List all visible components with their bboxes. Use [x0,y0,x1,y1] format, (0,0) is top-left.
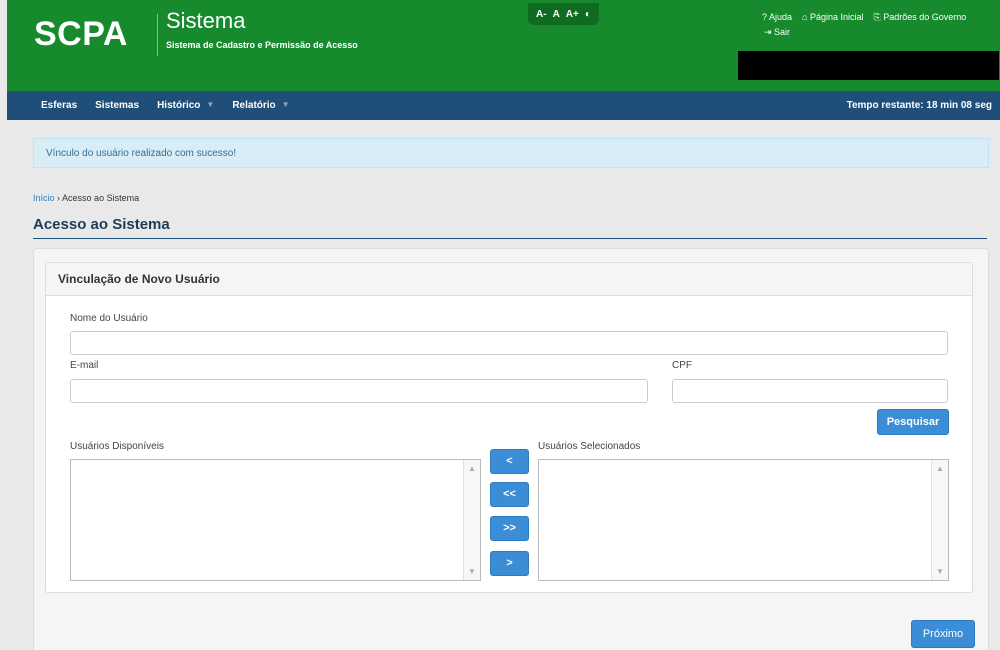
nav-item-sistemas[interactable]: Sistemas [95,100,139,111]
breadcrumb-current: Acesso ao Sistema [62,193,140,203]
top-links: ? Ajuda ⌂ Página Inicial ⎘ Padrões do Go… [762,12,966,23]
nav-label: Esferas [41,100,78,111]
nav-item-esferas[interactable]: Esferas [41,100,77,111]
breadcrumb-separator: › [57,193,61,203]
nav-item-historico[interactable]: Histórico ▼ [157,100,214,111]
main-navbar: Esferas Sistemas Histórico ▼ Relatório ▼ T… [7,91,1000,120]
scroll-up-icon[interactable]: ▲ [468,464,476,473]
panel-title: Vinculação de Novo Usuário [46,263,972,296]
system-title: Sistema [166,8,246,33]
breadcrumb: Início › Acesso ao Sistema [33,193,139,203]
move-right-button[interactable]: > [490,551,529,576]
move-all-right-button[interactable]: >> [490,516,529,541]
nav-label: Sistemas [95,100,140,111]
nav-label: Histórico [157,100,201,111]
selected-scrollbar[interactable]: ▲ ▼ [931,460,948,580]
title-divider [33,238,987,239]
app-header: SCPA Sistema Sistema de Cadastro e Permi… [7,0,1000,91]
chevron-down-icon: ▼ [206,100,215,109]
session-timer: Tempo restante: 18 min 08 seg [846,100,992,111]
name-label: Nome do Usuário [70,313,148,324]
logo-divider [157,14,158,56]
system-subtitle: Sistema de Cadastro e Permissão de Acess… [166,40,358,50]
available-users-label: Usuários Disponíveis [70,441,164,452]
available-scrollbar[interactable]: ▲ ▼ [463,460,480,580]
cpf-input[interactable] [672,379,948,403]
selected-users-list[interactable]: ▲ ▼ [538,459,949,581]
breadcrumb-home-link[interactable]: Início [33,193,55,203]
name-input[interactable] [70,331,948,355]
success-alert: Vínculo do usuário realizado com sucesso… [33,138,989,168]
scroll-down-icon[interactable]: ▼ [468,567,476,576]
move-left-button[interactable]: < [490,449,529,474]
home-link[interactable]: ⌂ Página Inicial [802,12,863,23]
help-link[interactable]: ? Ajuda [762,12,792,23]
font-increase-button[interactable]: A+ [566,9,579,20]
move-all-left-button[interactable]: << [490,482,529,507]
selected-users-label: Usuários Selecionados [538,441,641,452]
gov-standards-link[interactable]: ⎘ Padrões do Governo [874,12,967,23]
font-decrease-button[interactable]: A- [536,9,547,20]
contrast-icon[interactable]: ◐ [585,9,591,20]
cpf-label: CPF [672,360,692,371]
chevron-down-icon: ▼ [281,100,290,109]
nav-label: Relatório [232,100,276,111]
available-users-list[interactable]: ▲ ▼ [70,459,481,581]
scroll-up-icon[interactable]: ▲ [936,464,944,473]
logout-link[interactable]: ⇥ Sair [764,27,790,38]
scroll-down-icon[interactable]: ▼ [936,567,944,576]
page-title: Acesso ao Sistema [33,216,170,233]
next-button[interactable]: Próximo [911,620,975,648]
search-button[interactable]: Pesquisar [877,409,949,435]
app-logo[interactable]: SCPA [34,15,128,54]
font-reset-button[interactable]: A [553,9,560,20]
email-label: E-mail [70,360,99,371]
email-input[interactable] [70,379,648,403]
nav-item-relatorio[interactable]: Relatório ▼ [232,100,289,111]
redacted-user-box [738,51,999,80]
font-size-controls: A- A A+ ◐ [528,3,599,25]
